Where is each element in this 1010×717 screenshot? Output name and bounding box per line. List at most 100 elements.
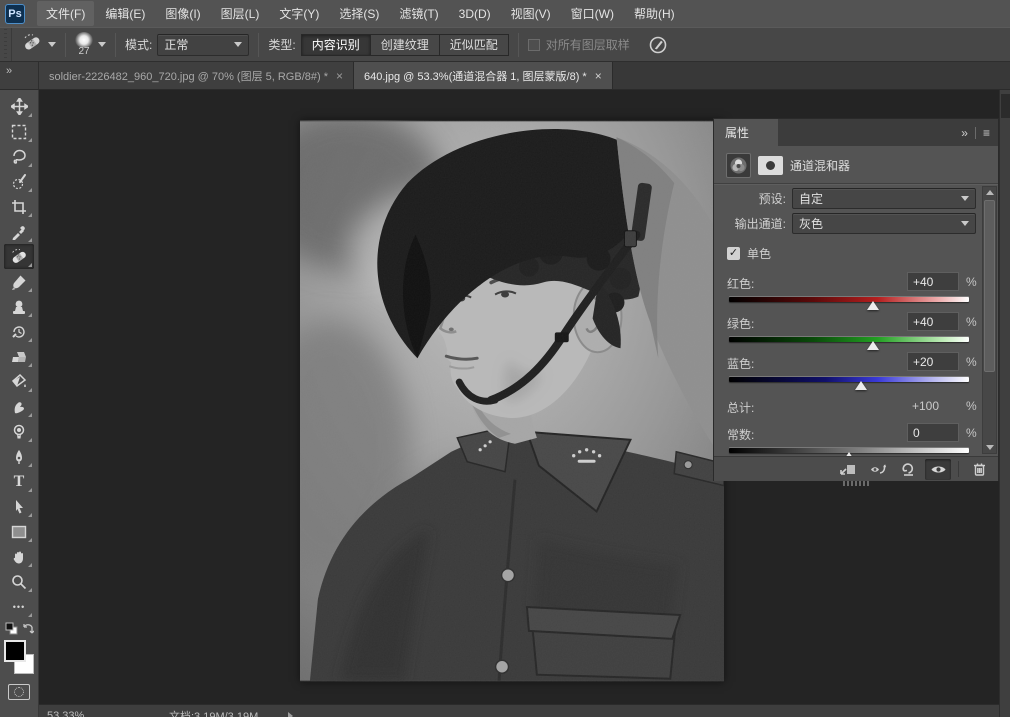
red-slider-track[interactable] (729, 297, 969, 302)
panel-menu-icon[interactable]: ≡ (983, 126, 990, 140)
menu-file[interactable]: 文件(F) (37, 1, 94, 26)
green-slider-track[interactable] (729, 337, 969, 342)
panel-scrollbar[interactable] (982, 186, 997, 454)
menu-edit[interactable]: 编辑(E) (96, 1, 154, 26)
rectangle-tool[interactable] (4, 519, 34, 544)
panel-dock-strip[interactable] (999, 90, 1010, 717)
quick-mask-button[interactable] (8, 684, 30, 700)
pen-tool[interactable] (4, 444, 34, 469)
clone-stamp-tool[interactable] (4, 294, 34, 319)
green-value-input[interactable]: +40 (907, 312, 959, 331)
constant-value-input[interactable]: 0 (907, 423, 959, 442)
delete-adjustment-button[interactable] (966, 459, 992, 480)
tablet-pressure-button[interactable] (639, 28, 677, 61)
chevron-down-icon (48, 42, 56, 47)
history-brush-tool[interactable] (4, 319, 34, 344)
color-swatches[interactable] (3, 640, 35, 674)
menu-3d[interactable]: 3D(D) (450, 3, 500, 25)
dodge-tool[interactable] (4, 419, 34, 444)
tool-preset-picker[interactable] (12, 28, 65, 61)
lasso-tool[interactable] (4, 144, 34, 169)
move-tool[interactable] (4, 94, 34, 119)
blue-slider-thumb[interactable] (855, 381, 867, 390)
path-selection-tool[interactable] (4, 494, 34, 519)
menu-help[interactable]: 帮助(H) (625, 1, 684, 26)
type-create-texture-button[interactable]: 创建纹理 (371, 34, 440, 56)
brush-settings-picker[interactable]: 27 (66, 28, 115, 61)
status-menu-arrow-icon[interactable] (288, 712, 293, 717)
green-slider-thumb[interactable] (867, 341, 879, 350)
mode-label: 模式: (125, 36, 152, 53)
crop-tool[interactable] (4, 194, 34, 219)
monochrome-checkbox[interactable]: ✓ 单色 (727, 245, 771, 262)
total-unit: % (966, 399, 977, 413)
blue-value-input[interactable]: +20 (907, 352, 959, 371)
document-tab-title: soldier-2226482_960_720.jpg @ 70% (图层 5,… (49, 68, 328, 84)
eraser-tool[interactable] (4, 344, 34, 369)
menu-view[interactable]: 视图(V) (502, 1, 560, 26)
menu-image[interactable]: 图像(I) (156, 1, 209, 26)
chevron-down-icon (234, 42, 242, 47)
menu-window[interactable]: 窗口(W) (562, 1, 623, 26)
gradient-tool[interactable] (4, 369, 34, 394)
sample-all-layers-checkbox[interactable]: 对所有图层取样 (519, 28, 639, 61)
preset-value: 自定 (799, 190, 823, 207)
blue-slider-track[interactable] (729, 377, 969, 382)
clip-to-layer-button[interactable] (835, 459, 861, 480)
rectangular-marquee-tool[interactable] (4, 119, 34, 144)
tab-properties[interactable]: 属性 (714, 119, 778, 146)
mode-value: 正常 (164, 36, 188, 53)
output-channel-label: 输出通道: (714, 215, 792, 232)
scroll-up-icon[interactable] (983, 187, 996, 198)
menu-filter[interactable]: 滤镜(T) (390, 1, 447, 26)
toggle-visibility-button[interactable] (925, 459, 951, 480)
document-tab-soldier[interactable]: soldier-2226482_960_720.jpg @ 70% (图层 5,… (39, 62, 354, 89)
panel-resize-grip[interactable] (843, 481, 869, 486)
preset-dropdown[interactable]: 自定 (792, 188, 976, 209)
zoom-tool[interactable] (4, 569, 34, 594)
panel-footer (714, 456, 998, 481)
smudge-tool[interactable] (4, 394, 34, 419)
type-content-aware-button[interactable]: 内容识别 (301, 34, 371, 56)
status-zoom-level[interactable]: 53.33% (39, 710, 129, 717)
scroll-down-icon[interactable] (983, 442, 996, 453)
channel-mixer-icon (726, 153, 751, 178)
red-slider-thumb[interactable] (867, 301, 879, 310)
brush-preview-icon: 27 (75, 32, 93, 57)
hand-tool[interactable] (4, 544, 34, 569)
photoshop-window: Ps 文件(F) 编辑(E) 图像(I) 图层(L) 文字(Y) 选择(S) 滤… (0, 0, 1010, 717)
document-tab-640[interactable]: 640.jpg @ 53.3%(通道混合器 1, 图层蒙版/8) * × (354, 62, 613, 89)
foreground-color-swatch[interactable] (4, 640, 26, 662)
close-icon[interactable]: × (336, 69, 343, 83)
output-channel-dropdown[interactable]: 灰色 (792, 213, 976, 234)
edit-toolbar-button[interactable]: ••• (4, 594, 34, 619)
document-canvas-photo[interactable] (300, 120, 724, 682)
layer-mask-icon (758, 156, 783, 175)
eyedropper-tool[interactable] (4, 219, 34, 244)
red-unit: % (966, 275, 977, 289)
toolbar-collapse-button[interactable]: » (0, 62, 39, 89)
mode-dropdown[interactable]: 正常 (157, 34, 249, 56)
spot-healing-brush-icon (21, 34, 43, 55)
menu-select[interactable]: 选择(S) (330, 1, 388, 26)
options-bar-grip[interactable] (0, 28, 12, 61)
reset-button[interactable] (895, 459, 921, 480)
properties-panel-header: 属性 » ≡ (714, 119, 998, 146)
spot-healing-brush-tool[interactable] (4, 244, 34, 269)
red-value-input[interactable]: +40 (907, 272, 959, 291)
view-previous-state-button[interactable] (865, 459, 891, 480)
constant-slider-track[interactable] (729, 448, 969, 453)
menu-type[interactable]: 文字(Y) (270, 1, 328, 26)
collapse-panel-icon[interactable]: » (961, 126, 968, 140)
quick-selection-tool[interactable] (4, 169, 34, 194)
properties-panel: 属性 » ≡ 通道混和器 预设: 自定 (713, 118, 999, 481)
document-tab-bar: » soldier-2226482_960_720.jpg @ 70% (图层 … (0, 62, 1010, 90)
chevron-down-icon (961, 196, 969, 201)
close-icon[interactable]: × (595, 69, 602, 83)
type-tool[interactable]: T (4, 469, 34, 494)
brush-tool[interactable] (4, 269, 34, 294)
menu-layer[interactable]: 图层(L) (212, 1, 269, 26)
chevron-down-icon (961, 221, 969, 226)
type-proximity-match-button[interactable]: 近似匹配 (440, 34, 509, 56)
scrollbar-thumb[interactable] (984, 200, 995, 372)
